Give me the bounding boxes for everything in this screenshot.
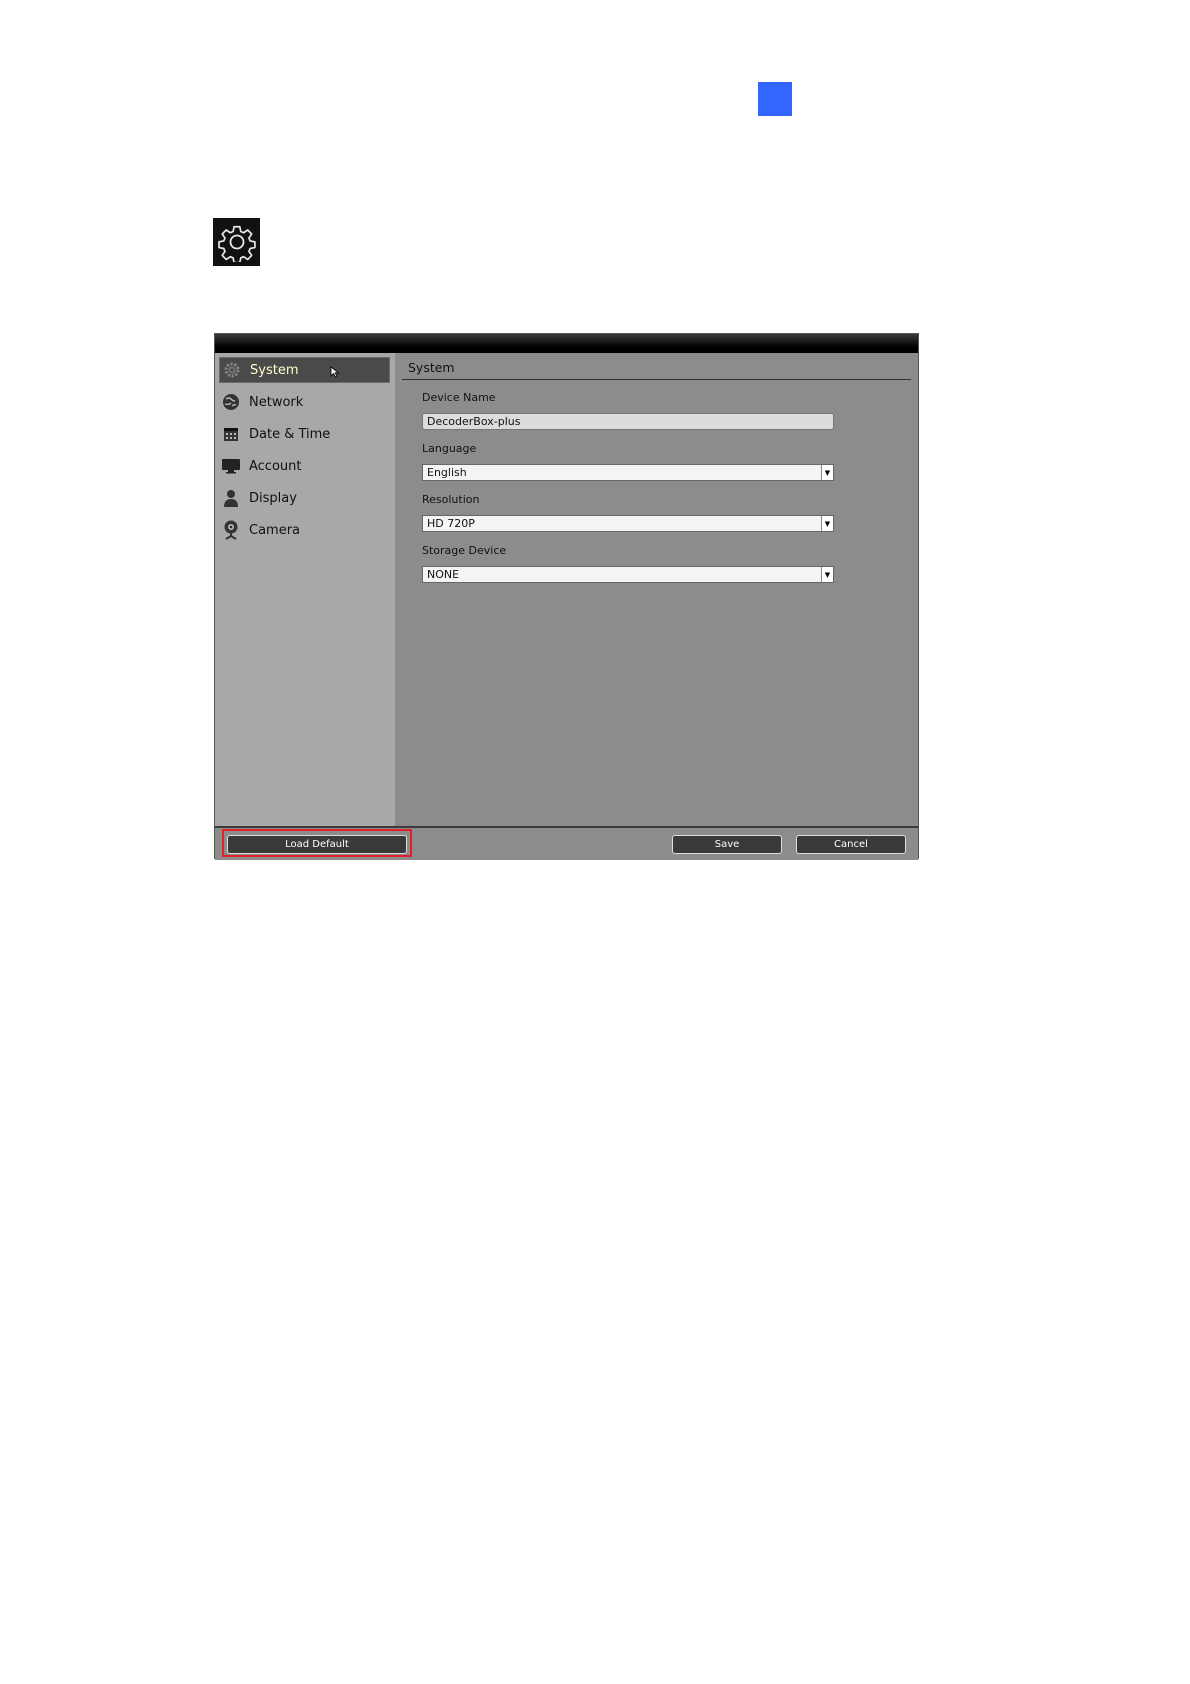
sidebar-item-label: Network bbox=[249, 394, 304, 410]
language-select[interactable]: English ▼ bbox=[422, 464, 834, 481]
device-name-label: Device Name bbox=[422, 391, 496, 404]
monitor-icon bbox=[221, 456, 241, 476]
sidebar-item-system[interactable]: System bbox=[219, 357, 390, 383]
sidebar-item-network[interactable]: Network bbox=[219, 389, 390, 415]
language-value: English bbox=[427, 466, 467, 479]
sidebar-item-label: Date & Time bbox=[249, 426, 331, 442]
calendar-icon bbox=[221, 424, 241, 444]
cancel-button[interactable]: Cancel bbox=[796, 835, 906, 854]
chevron-down-icon[interactable]: ▼ bbox=[821, 567, 833, 582]
storage-device-value: NONE bbox=[427, 568, 460, 581]
page-marker bbox=[758, 82, 792, 116]
gear-icon bbox=[222, 360, 242, 380]
device-name-value: DecoderBox-plus bbox=[427, 415, 521, 428]
content-panel: System Device Name DecoderBox-plus Langu… bbox=[395, 353, 918, 826]
sidebar-item-account[interactable]: Account bbox=[219, 453, 390, 479]
language-label: Language bbox=[422, 442, 477, 455]
settings-window: System Network Date & Time Account Displ… bbox=[214, 333, 919, 860]
sidebar-item-label: Account bbox=[249, 458, 302, 474]
save-button[interactable]: Save bbox=[672, 835, 782, 854]
settings-gear-icon bbox=[213, 218, 260, 266]
window-footer: Load Default Save Cancel bbox=[215, 826, 918, 860]
resolution-label: Resolution bbox=[422, 493, 480, 506]
sidebar: System Network Date & Time Account Displ… bbox=[215, 353, 395, 826]
load-default-button[interactable]: Load Default bbox=[227, 835, 407, 854]
chevron-down-icon[interactable]: ▼ bbox=[821, 465, 833, 480]
window-titlebar bbox=[215, 334, 918, 353]
resolution-select[interactable]: HD 720P ▼ bbox=[422, 515, 834, 532]
device-name-input[interactable]: DecoderBox-plus bbox=[422, 413, 834, 430]
sidebar-item-label: Camera bbox=[249, 522, 301, 538]
resolution-value: HD 720P bbox=[427, 517, 475, 530]
webcam-icon bbox=[221, 520, 241, 540]
person-icon bbox=[221, 488, 241, 508]
mouse-cursor-icon bbox=[330, 366, 340, 382]
sidebar-item-label: Display bbox=[249, 490, 297, 506]
sidebar-item-date-time[interactable]: Date & Time bbox=[219, 421, 390, 447]
sidebar-item-display[interactable]: Display bbox=[219, 485, 390, 511]
storage-device-select[interactable]: NONE ▼ bbox=[422, 566, 834, 583]
title-divider bbox=[402, 379, 911, 380]
globe-icon bbox=[221, 392, 241, 412]
chevron-down-icon[interactable]: ▼ bbox=[821, 516, 833, 531]
content-title: System bbox=[408, 360, 455, 375]
sidebar-item-label: System bbox=[250, 362, 299, 378]
storage-device-label: Storage Device bbox=[422, 544, 507, 557]
sidebar-item-camera[interactable]: Camera bbox=[219, 517, 390, 543]
